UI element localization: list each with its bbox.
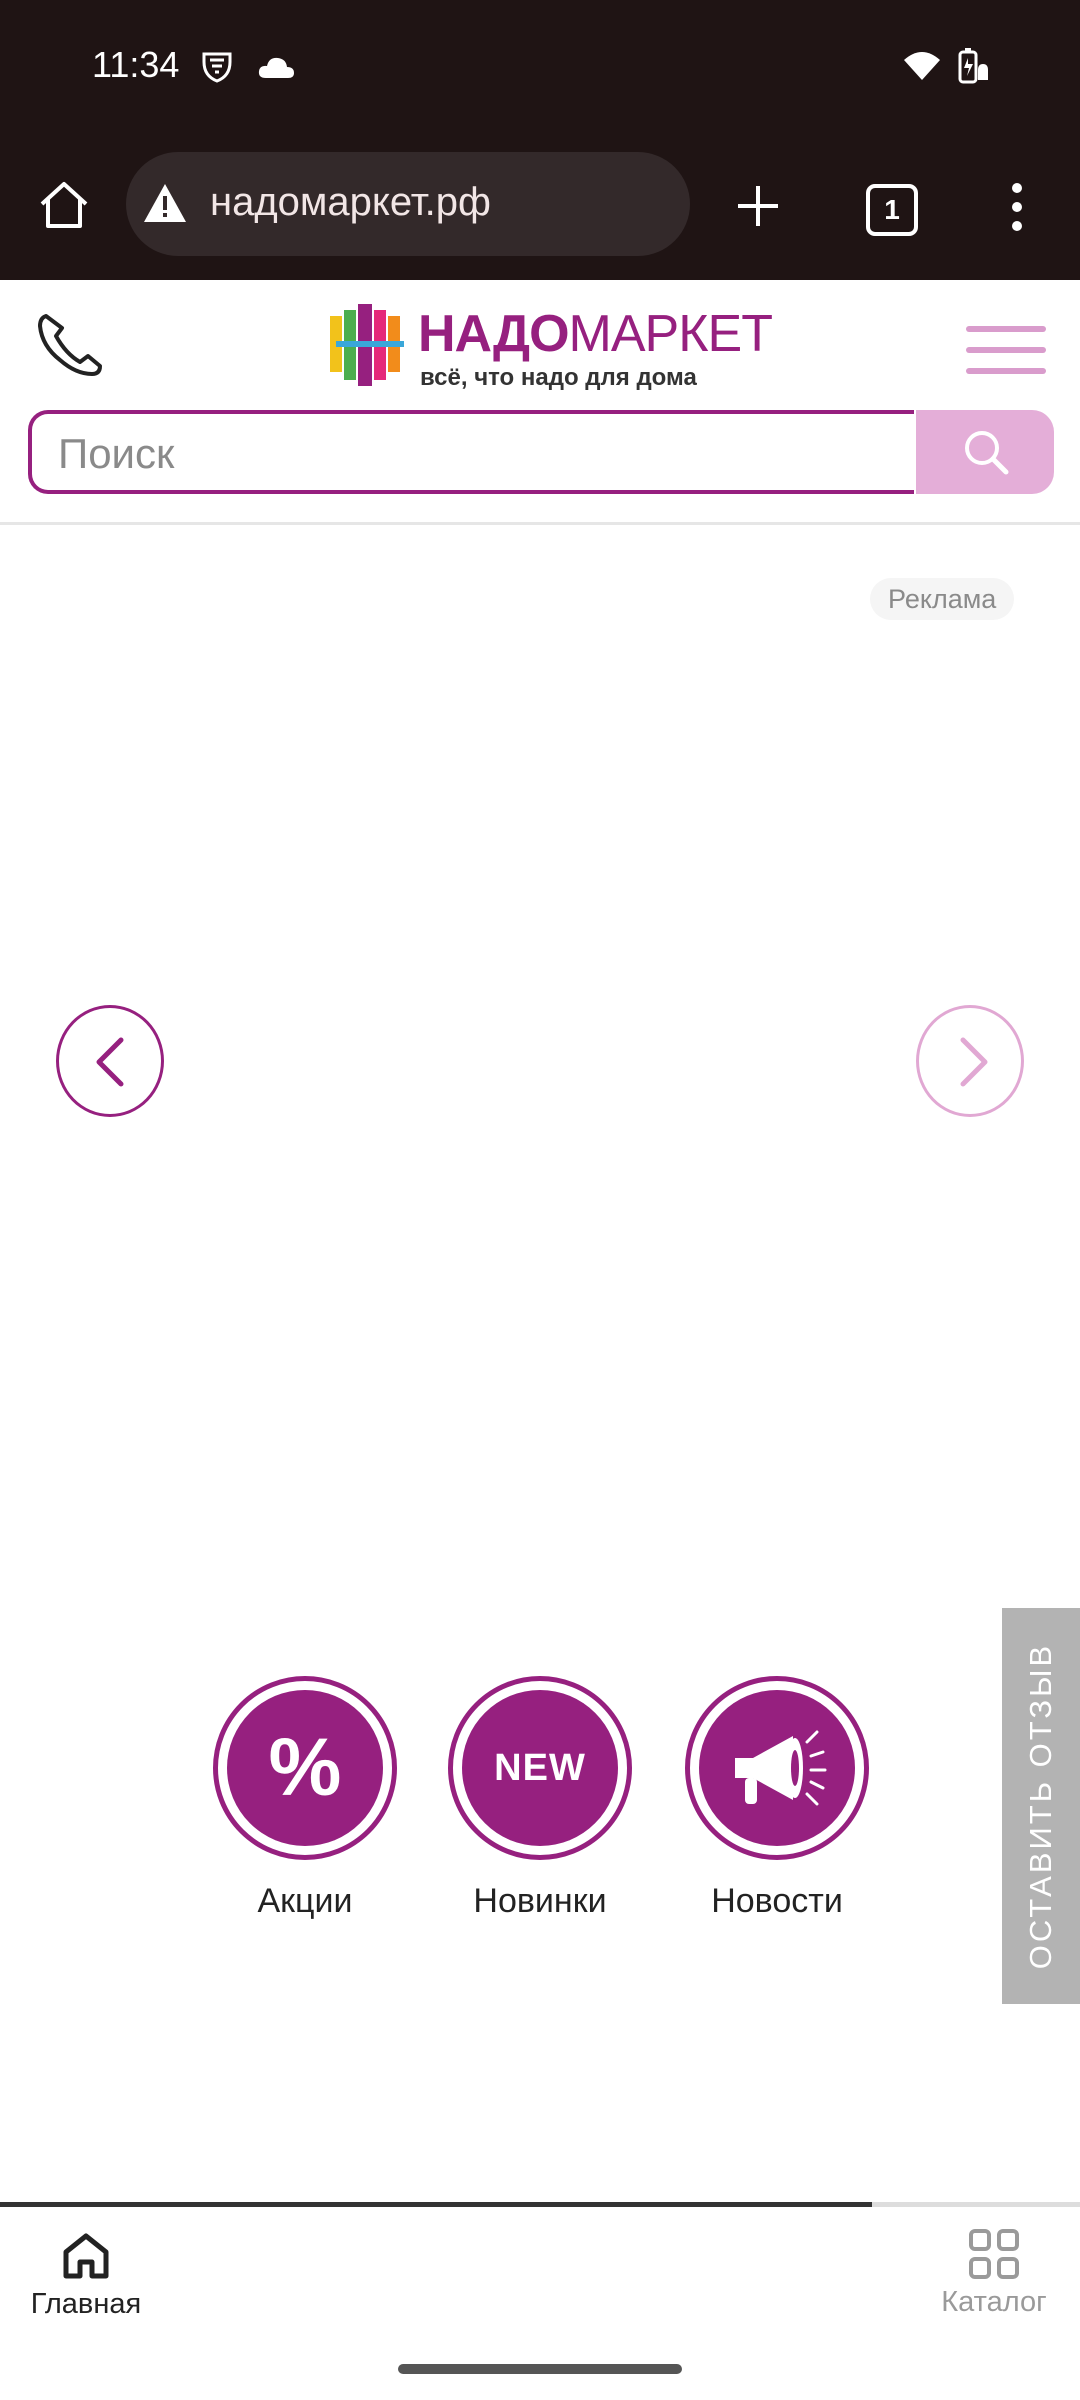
ad-badge: Реклама <box>870 578 1015 620</box>
hamburger-menu-icon[interactable] <box>966 324 1046 376</box>
url-bar[interactable]: надомаркет.рф <box>126 152 690 256</box>
new-tab-icon[interactable] <box>736 184 780 228</box>
percent-icon: % <box>227 1690 383 1846</box>
search-icon <box>965 431 1009 475</box>
warning-icon <box>144 184 186 222</box>
news-circle <box>685 1676 869 1860</box>
home-icon <box>63 2233 109 2279</box>
logo-light: МАРКЕТ <box>568 305 773 363</box>
chevron-right-icon <box>960 1037 988 1087</box>
vpn-icon <box>202 52 232 83</box>
search-button[interactable] <box>916 410 1054 494</box>
percent-glyph: % <box>268 1722 342 1813</box>
new-badge-icon: NEW <box>462 1690 618 1846</box>
browser-home-icon[interactable] <box>38 180 90 230</box>
quick-link-label: Акции <box>257 1882 353 1920</box>
nav-home[interactable]: Главная <box>6 2220 166 2321</box>
megaphone-icon <box>699 1690 855 1846</box>
quick-link-new-arrivals[interactable]: NEW Новинки <box>430 1676 650 1921</box>
nav-catalog[interactable]: Каталог <box>914 2220 1074 2319</box>
browser-menu-icon[interactable] <box>1006 182 1028 232</box>
promotions-circle: % <box>213 1676 397 1860</box>
logo-wordmark[interactable]: НАДОМАРКЕТ <box>418 304 773 364</box>
feedback-tab[interactable]: ОСТАВИТЬ ОТЗЫВ <box>1002 1608 1080 2004</box>
status-time: 11:34 <box>92 44 180 85</box>
chevron-left-icon <box>96 1037 124 1087</box>
feedback-label: ОСТАВИТЬ ОТЗЫВ <box>1023 1642 1058 1970</box>
bottom-nav-divider-light <box>872 2202 1080 2207</box>
slider-prev-button[interactable] <box>56 1005 164 1117</box>
bottom-nav-divider <box>0 2202 872 2207</box>
new-arrivals-circle: NEW <box>448 1676 632 1860</box>
nav-catalog-label: Каталог <box>941 2286 1047 2318</box>
search-placeholder: Поиск <box>58 430 175 477</box>
catalog-grid-icon <box>969 2229 1019 2279</box>
wifi-icon <box>904 52 940 80</box>
phone-icon[interactable] <box>36 312 104 378</box>
logo-tagline: всё, что надо для дома <box>420 364 697 391</box>
nav-home-label: Главная <box>30 2288 142 2320</box>
header-divider <box>0 522 1080 525</box>
url-text: надомаркет.рф <box>210 180 491 224</box>
quick-link-news[interactable]: Новости <box>667 1676 887 1921</box>
cloud-icon <box>258 57 294 78</box>
battery-icon <box>958 48 988 84</box>
quick-link-label: Новости <box>711 1882 843 1920</box>
gesture-handle[interactable] <box>398 2364 682 2374</box>
new-glyph: NEW <box>494 1746 586 1789</box>
quick-link-promotions[interactable]: % Акции <box>195 1676 415 1921</box>
tab-switcher-button[interactable]: 1 <box>866 184 918 236</box>
quick-link-label: Новинки <box>473 1882 607 1920</box>
megaphone-svg <box>735 1730 827 1806</box>
logo-bold: НАДО <box>418 305 570 363</box>
slider-next-button[interactable] <box>916 1005 1024 1117</box>
search-input[interactable]: Поиск <box>28 410 914 494</box>
logo-mark[interactable] <box>328 300 412 388</box>
